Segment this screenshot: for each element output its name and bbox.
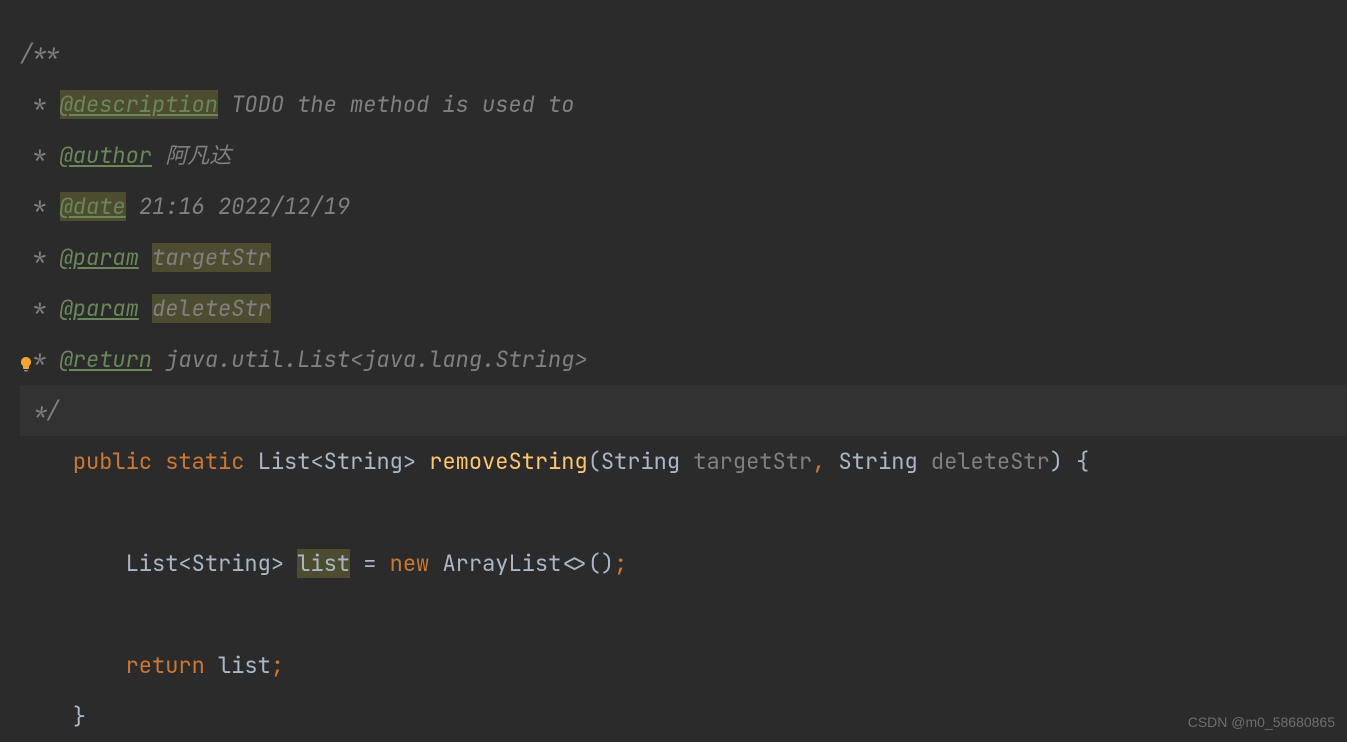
- paren-open: (: [588, 447, 601, 476]
- return-line: return list;: [20, 640, 1347, 691]
- doc-return-gt: >: [574, 345, 587, 374]
- gen-open: <: [310, 447, 323, 476]
- kw-return: return: [126, 651, 205, 680]
- doc-tag-author: @author: [60, 141, 152, 170]
- doc-date-text: 21:16 2022/12/19: [139, 192, 350, 221]
- watermark: CSDN @m0_58680865: [1188, 714, 1335, 730]
- doc-tag-date: @date: [60, 192, 126, 221]
- diamond: <>: [561, 549, 587, 578]
- return-var: list: [218, 651, 271, 680]
- kw-public: public: [73, 447, 152, 476]
- param1-name: targetStr: [693, 447, 812, 476]
- doc-open-line: /**: [20, 28, 1347, 79]
- gen-close: >: [403, 447, 416, 476]
- doc-author-text: 阿凡达: [165, 141, 231, 170]
- kw-new: new: [390, 549, 430, 578]
- kw-static: static: [165, 447, 244, 476]
- type-list: List: [258, 447, 311, 476]
- gen-open-2: <: [178, 549, 191, 578]
- doc-author-line: * @author 阿凡达: [20, 130, 1347, 181]
- semi-1: ;: [614, 549, 627, 578]
- param2-type: String: [838, 447, 917, 476]
- doc-star: *: [20, 294, 60, 323]
- gutter: [0, 0, 20, 736]
- semi-2: ;: [271, 651, 284, 680]
- doc-param2-line: * @param deleteStr: [20, 283, 1347, 334]
- op-eq: =: [350, 549, 390, 578]
- doc-star: *: [20, 192, 60, 221]
- doc-text-space: [218, 90, 231, 119]
- code-editor[interactable]: /** * @description TODO the method is us…: [0, 0, 1347, 736]
- doc-tag-return: @return: [60, 345, 152, 374]
- doc-tag-param: @param: [60, 243, 139, 272]
- call-parens: (): [588, 549, 614, 578]
- doc-close: */: [20, 396, 60, 425]
- doc-param1-line: * @param targetStr: [20, 232, 1347, 283]
- comma: ,: [812, 447, 825, 476]
- blank-line-2: [20, 589, 1347, 640]
- doc-star: *: [20, 141, 60, 170]
- var-type-list: List: [126, 549, 179, 578]
- doc-description-text: TODO the method is used to: [231, 90, 574, 119]
- doc-return-text-2: java.lang.String: [363, 345, 574, 374]
- gen-close-2: >: [271, 549, 284, 578]
- type-arraylist: ArrayList: [442, 549, 561, 578]
- method-name: removeString: [429, 447, 587, 476]
- doc-return-text-1: java.util.List: [165, 345, 350, 374]
- doc-param1-text: targetStr: [152, 243, 271, 272]
- param1-type: String: [601, 447, 680, 476]
- var-type-string: String: [192, 549, 271, 578]
- brace-close-line: }: [20, 691, 1347, 742]
- doc-star: *: [20, 90, 60, 119]
- param2-name: deleteStr: [931, 447, 1050, 476]
- doc-close-line: */: [20, 385, 1347, 436]
- paren-close: ): [1050, 447, 1063, 476]
- doc-star: *: [20, 243, 60, 272]
- blank-line-1: [20, 487, 1347, 538]
- doc-param2-text: deleteStr: [152, 294, 271, 323]
- doc-tag-description: @description: [60, 90, 218, 119]
- doc-date-line: * @date 21:16 2022/12/19: [20, 181, 1347, 232]
- doc-description-line: * @description TODO the method is used t…: [20, 79, 1347, 130]
- var-decl-line: List<String> list = new ArrayList<>();: [20, 538, 1347, 589]
- lightbulb-icon[interactable]: [18, 350, 36, 368]
- brace-open: {: [1076, 447, 1089, 476]
- code-area[interactable]: /** * @description TODO the method is us…: [20, 0, 1347, 736]
- var-name-list: list: [297, 549, 350, 578]
- method-signature-line: public static List<String> removeString(…: [20, 436, 1347, 487]
- doc-return-line: * @return java.util.List<java.lang.Strin…: [20, 334, 1347, 385]
- type-string: String: [324, 447, 403, 476]
- doc-return-lt: <: [350, 345, 363, 374]
- doc-tag-param: @param: [60, 294, 139, 323]
- brace-close: }: [73, 702, 86, 731]
- doc-open: /**: [20, 39, 60, 68]
